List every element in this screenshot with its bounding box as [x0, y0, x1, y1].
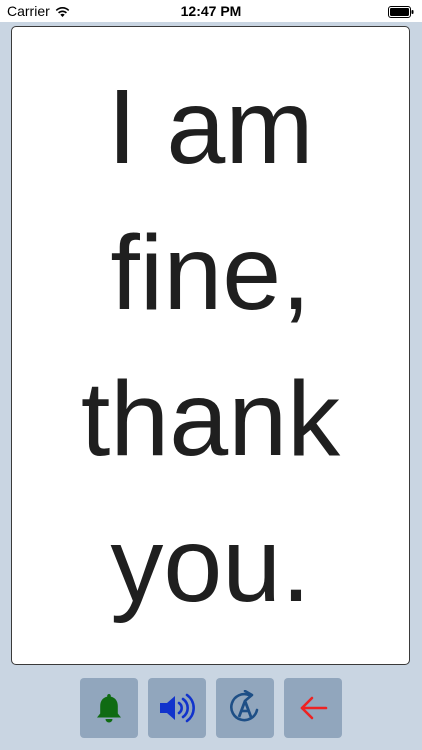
phrase-text: I am fine, thank you. — [21, 54, 401, 638]
speaker-icon — [160, 693, 195, 723]
status-right — [388, 5, 414, 21]
battery-icon — [388, 6, 414, 18]
phrase-line: fine, — [110, 213, 311, 332]
bell-button[interactable] — [80, 678, 138, 738]
back-button[interactable] — [284, 678, 342, 738]
speaker-button[interactable] — [148, 678, 206, 738]
phrase-card: I am fine, thank you. — [11, 26, 410, 665]
status-bar: Carrier 12:47 PM — [0, 0, 422, 22]
text-to-speech-button[interactable] — [216, 678, 274, 738]
phrase-line: thank — [80, 359, 341, 478]
text-to-speech-icon — [230, 690, 259, 722]
status-time: 12:47 PM — [180, 3, 242, 19]
phrase-line: I am — [107, 67, 314, 186]
toolbar — [80, 678, 342, 738]
bell-icon — [97, 694, 121, 723]
back-arrow-icon — [300, 696, 328, 720]
phrase-line: you. — [110, 505, 311, 624]
